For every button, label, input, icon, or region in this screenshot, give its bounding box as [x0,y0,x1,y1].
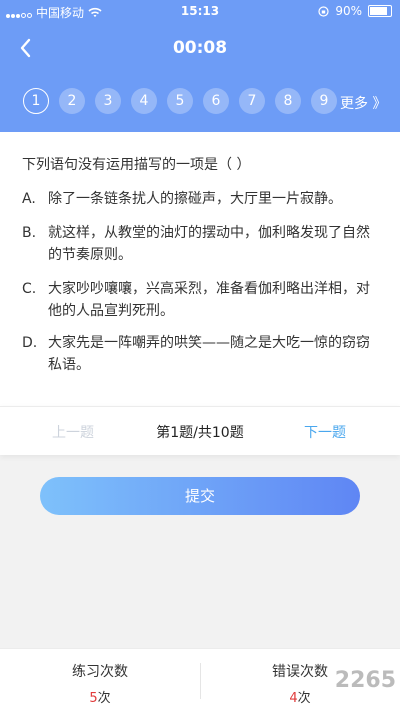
status-bar: 中国移动 15:13 90% [0,0,400,22]
option-text: 就这样，从教堂的油灯的摆动中，伽利略发现了自然的节奏原则。 [48,225,370,263]
question-number-5[interactable]: 5 [167,88,193,114]
submit-button[interactable]: 提交 [40,477,360,515]
timer: 00:08 [172,38,228,58]
option-text: 大家吵吵嚷嚷，兴高采烈，准备看伽利略出洋相，对他的人品宣判死刑。 [48,281,370,319]
more-button[interactable]: 更多 》 [340,93,386,113]
battery-icon [368,5,392,17]
question-number-8[interactable]: 8 [275,88,301,114]
practice-count-unit: 次 [97,691,111,706]
question-number-6[interactable]: 6 [203,88,229,114]
question-text: 下列语句没有运用描写的一项是（ ） [22,157,251,173]
option-text: 除了一条链条扰人的擦碰声，大厅里一片寂静。 [48,191,342,207]
option-key: B. [22,225,37,241]
question-number-3[interactable]: 3 [95,88,121,114]
practice-count-label: 练习次数 [72,664,128,680]
next-button[interactable]: 下一题 [304,422,346,442]
error-count-value: 4 [289,691,298,706]
question-number-7[interactable]: 7 [239,88,265,114]
practice-count-value: 5 [89,691,98,706]
error-count-unit: 次 [297,691,311,706]
option-key: A. [22,191,36,207]
question-number-4[interactable]: 4 [131,88,157,114]
option-key: C. [22,281,37,297]
watermark: 2265 [334,668,396,693]
battery-percent: 90% [335,4,362,18]
rotation-lock-icon [318,5,329,17]
question-card: 下列语句没有运用描写的一项是（ ） A. 除了一条链条扰人的擦碰声，大厅里一片寂… [0,132,400,409]
question-number-2[interactable]: 2 [59,88,85,114]
header-bar: 中国移动 15:13 90% 00:08 1 2 3 4 5 6 7 8 9 更… [0,0,400,132]
question-navigation: 上一题 第1题/共10题 下一题 [0,406,400,455]
option-text: 大家先是一阵嘲弄的哄笑——随之是大吃一惊的窃窃私语。 [48,335,370,373]
option-key: D. [22,335,38,351]
question-number-bar: 1 2 3 4 5 6 7 8 9 更多 》 [0,88,400,116]
question-number-9[interactable]: 9 [311,88,337,114]
practice-count: 练习次数 5次 [0,661,200,706]
question-number-1[interactable]: 1 [23,88,49,114]
